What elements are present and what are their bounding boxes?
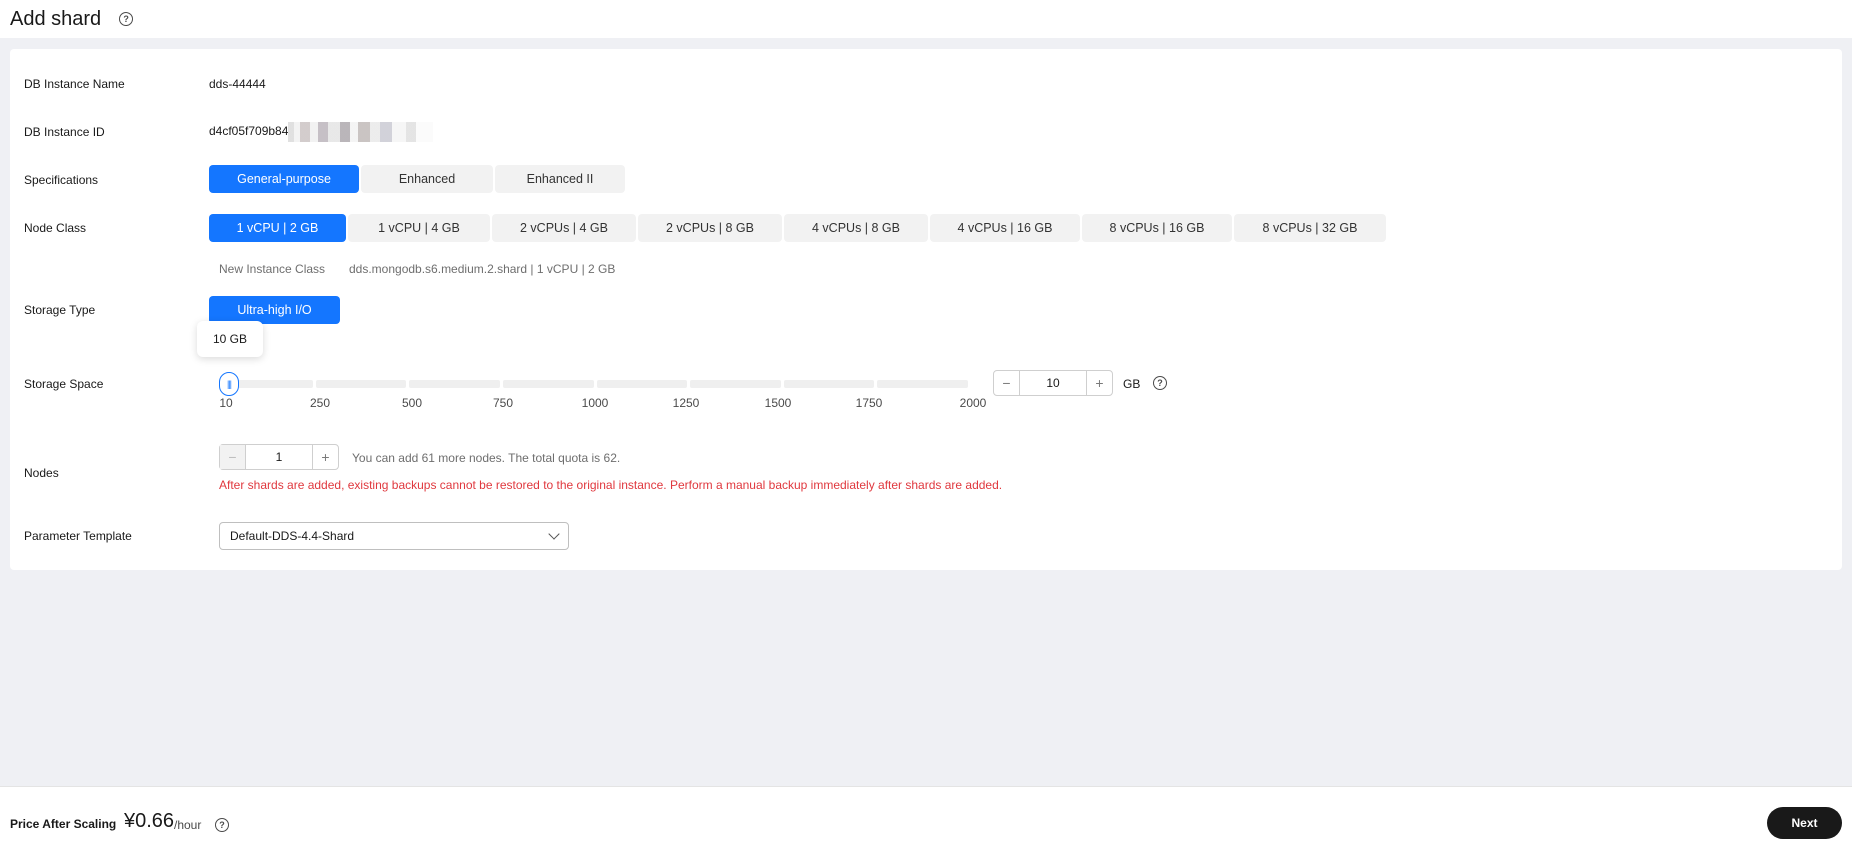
slider-tick-label: 500	[401, 396, 423, 410]
slider-tooltip: 10 GB	[197, 321, 263, 357]
question-circle-icon[interactable]: ?	[1153, 376, 1167, 390]
new-class-label: New Instance Class	[219, 262, 326, 276]
new-class-value: dds.mongodb.s6.medium.2.shard | 1 vCPU |…	[349, 262, 616, 276]
instance-id-text: d4cf05f709b84	[209, 124, 289, 139]
storage-slider-handle[interactable]: |||	[219, 372, 239, 396]
slider-tick-label: 250	[309, 396, 331, 410]
nodes-input[interactable]: 1	[245, 445, 313, 469]
nodes-decrement-button[interactable]: −	[220, 445, 245, 469]
specifications-group: General-purpose Enhanced Enhanced II	[209, 165, 625, 193]
parameter-template-label: Parameter Template	[24, 529, 132, 543]
spec-option-enhanced[interactable]: Enhanced	[361, 165, 493, 193]
slider-tick-label: 1250	[672, 396, 700, 410]
storage-unit: GB	[1123, 377, 1141, 391]
page-title: Add shard	[10, 7, 102, 30]
question-circle-icon[interactable]: ?	[119, 12, 134, 26]
nodes-quota-text: You can add 61 more nodes. The total quo…	[352, 451, 621, 465]
node-class-option[interactable]: 2 vCPUs | 4 GB	[492, 214, 636, 242]
node-class-option[interactable]: 2 vCPUs | 8 GB	[638, 214, 782, 242]
slider-tick-label: 1000	[581, 396, 609, 410]
instance-id-label: DB Instance ID	[24, 125, 105, 139]
node-class-option[interactable]: 8 vCPUs | 16 GB	[1082, 214, 1232, 242]
page-header: Add shard ?	[0, 0, 1852, 38]
storage-increment-button[interactable]: +	[1087, 371, 1112, 395]
node-class-option[interactable]: 8 vCPUs | 32 GB	[1234, 214, 1386, 242]
question-circle-icon[interactable]: ?	[215, 818, 229, 832]
instance-name-label: DB Instance Name	[24, 77, 125, 91]
next-button[interactable]: Next	[1767, 807, 1842, 839]
nodes-label: Nodes	[24, 466, 59, 480]
instance-id-value: d4cf05f709b84	[209, 122, 434, 142]
slider-tick-label: 750	[492, 396, 514, 410]
storage-decrement-button[interactable]: −	[994, 371, 1019, 395]
node-class-group: 1 vCPU | 2 GB 1 vCPU | 4 GB 2 vCPUs | 4 …	[209, 214, 1386, 242]
slider-tick-label: 10	[219, 396, 233, 410]
spec-option-general-purpose[interactable]: General-purpose	[209, 165, 359, 193]
storage-type-group: Ultra-high I/O	[209, 296, 340, 324]
node-class-option[interactable]: 4 vCPUs | 8 GB	[784, 214, 928, 242]
slider-tick-label: 2000	[959, 396, 987, 410]
nodes-stepper: − 1 +	[219, 444, 339, 470]
spec-option-enhanced-ii[interactable]: Enhanced II	[495, 165, 625, 193]
nodes-increment-button[interactable]: +	[313, 445, 338, 469]
node-class-option[interactable]: 1 vCPU | 4 GB	[348, 214, 490, 242]
redacted-blur	[288, 122, 434, 142]
storage-slider-track[interactable]	[222, 380, 968, 388]
slider-tick-label: 1750	[855, 396, 883, 410]
node-class-option[interactable]: 4 vCPUs | 16 GB	[930, 214, 1080, 242]
parameter-template-value: Default-DDS-4.4-Shard	[230, 529, 355, 543]
backup-warning: After shards are added, existing backups…	[219, 478, 1003, 492]
instance-name-value: dds-44444	[209, 77, 266, 91]
price-label: Price After Scaling	[10, 817, 117, 831]
storage-space-input[interactable]: 10	[1019, 371, 1087, 395]
price-footer: Price After Scaling ¥0.66 /hour ? Next	[0, 786, 1852, 846]
storage-space-label: Storage Space	[24, 377, 104, 391]
node-class-label: Node Class	[24, 221, 87, 235]
price-unit: /hour	[174, 818, 202, 832]
parameter-template-select[interactable]: Default-DDS-4.4-Shard	[219, 522, 569, 550]
storage-type-label: Storage Type	[24, 303, 96, 317]
slider-tick-label: 1500	[764, 396, 792, 410]
node-class-option[interactable]: 1 vCPU | 2 GB	[209, 214, 346, 242]
storage-space-stepper: − 10 +	[993, 370, 1113, 396]
specifications-label: Specifications	[24, 173, 99, 187]
chevron-down-icon	[548, 528, 560, 540]
storage-type-option-ultra-high-io[interactable]: Ultra-high I/O	[209, 296, 340, 324]
price-value: ¥0.66	[124, 810, 175, 832]
